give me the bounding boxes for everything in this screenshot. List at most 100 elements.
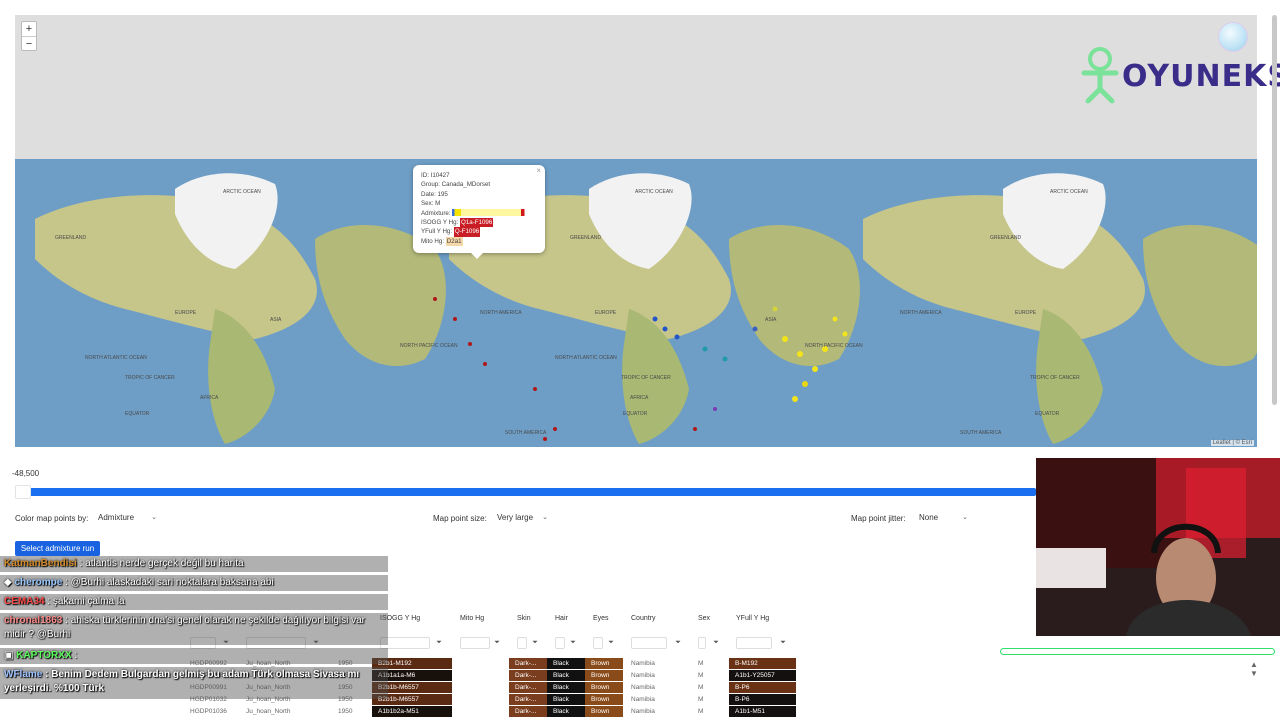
cell-eyes: Brown <box>585 658 623 669</box>
cell-skin: Dark-... <box>509 658 547 669</box>
map-label: ARCTIC OCEAN <box>635 189 673 195</box>
filter-icon[interactable]: ⏷ <box>779 639 787 647</box>
chat-text: : şakami çalma la <box>47 596 125 607</box>
isogg-value: Q1a-F1096 <box>460 218 494 228</box>
chat-username: CEMA34 <box>4 596 45 607</box>
point-size-label: Map point size: <box>433 514 487 523</box>
map-label: NORTH AMERICA <box>480 310 522 316</box>
progress-outline <box>1000 648 1275 655</box>
cell-yfull: B-P6 <box>729 682 796 693</box>
filter-icon[interactable]: ⏷ <box>531 639 539 647</box>
col-header-mito[interactable]: Mito Hg <box>460 615 484 622</box>
col-header-country[interactable]: Country <box>631 615 656 622</box>
popup-mito: Mito Hg: D2a1 <box>421 236 537 247</box>
filter-icon[interactable]: ⏷ <box>674 639 682 647</box>
mito-label: Mito Hg: <box>421 237 445 245</box>
chat-text: : Benim Dedem Bulgardan gelmiş bu adam T… <box>4 669 360 694</box>
popup-sex: Sex: M <box>421 200 441 208</box>
cell-country: Namibia <box>631 696 655 703</box>
chat-text: : <box>74 650 78 661</box>
map-tiles[interactable]: ARCTIC OCEAN GREENLAND ARCTIC OCEAN GREE… <box>15 159 1257 447</box>
cell-yfull: A1b1-M51 <box>729 706 796 717</box>
cell-skin: Dark-... <box>509 682 547 693</box>
cell-hair: Black <box>547 658 585 669</box>
filter-icon[interactable]: ⏷ <box>607 639 615 647</box>
time-slider-track[interactable] <box>15 488 1036 496</box>
popup-admixture: Admixture: <box>421 209 537 218</box>
map-label: NORTH AMERICA <box>900 310 942 316</box>
popup-group: Group: Canada_MDorset <box>421 181 491 189</box>
col-header-sex[interactable]: Sex <box>698 615 710 622</box>
point-size-value: Very large <box>497 513 534 522</box>
cell-country: Namibia <box>631 708 655 715</box>
filter-input[interactable] <box>517 637 527 649</box>
map-label: NORTH ATLANTIC OCEAN <box>85 355 147 361</box>
time-slider-handle[interactable] <box>15 485 31 499</box>
filter-input[interactable] <box>631 637 667 649</box>
filter-icon[interactable]: ⏷ <box>435 639 443 647</box>
jitter-value: None <box>919 513 939 522</box>
map-popup: × ID: I10427 Group: Canada_MDorset Date:… <box>413 165 545 259</box>
filter-input[interactable] <box>736 637 772 649</box>
popup-isogg: ISOGG Y Hg: Q1a-F1096 <box>421 218 537 228</box>
zoom-out-button[interactable]: − <box>22 36 36 50</box>
cell-hair: Black <box>547 706 585 717</box>
filter-icon[interactable]: ⏷ <box>493 639 501 647</box>
col-header-yfull[interactable]: YFull Y Hg <box>736 615 769 622</box>
filter-input[interactable] <box>460 637 490 649</box>
chat-message: ◆ cherompe : @Burhi alaskadaki sari nokt… <box>0 575 388 591</box>
col-header-eyes[interactable]: Eyes <box>593 615 609 622</box>
map-label: EUROPE <box>1015 310 1037 316</box>
zoom-in-button[interactable]: + <box>22 22 36 36</box>
close-icon[interactable]: × <box>536 166 541 175</box>
yfull-label: YFull Y Hg: <box>421 228 453 236</box>
map-label: TROPIC OF CANCER <box>125 375 175 381</box>
point-size-select[interactable]: Very large ⌄ <box>491 510 551 525</box>
zoom-control: + − <box>21 21 37 51</box>
mito-value: D2a1 <box>445 236 463 247</box>
cell-eyes: Brown <box>585 694 623 705</box>
chat-message: KatmanBendisi : atlantis nerde gerçek de… <box>0 556 388 572</box>
filter-input[interactable] <box>698 637 706 649</box>
map-label: EQUATOR <box>623 411 648 417</box>
cell-sex: M <box>698 660 704 667</box>
col-header-skin[interactable]: Skin <box>517 615 531 622</box>
mod-badge-icon: ▣ <box>4 650 14 661</box>
page-scrollbar[interactable] <box>1272 15 1277 405</box>
cell-skin: Dark-... <box>509 670 547 681</box>
cell-skin: Dark-... <box>509 694 547 705</box>
map-label: NORTH PACIFIC OCEAN <box>400 343 458 349</box>
jitter-select[interactable]: None ⌄ <box>913 510 971 525</box>
cell-eyes: Brown <box>585 682 623 693</box>
cell-sex: M <box>698 672 704 679</box>
admixture-bar <box>452 209 528 217</box>
scroll-arrows-icon[interactable]: ▲ ▼ <box>1250 660 1258 678</box>
filter-input[interactable] <box>555 637 565 649</box>
map-label: NORTH ATLANTIC OCEAN <box>555 355 617 361</box>
map-label: NORTH PACIFIC OCEAN <box>805 343 863 349</box>
oyuneks-logo: OYUNEKS <box>1080 45 1280 105</box>
map-label: EQUATOR <box>1035 411 1060 417</box>
col-header-hair[interactable]: Hair <box>555 615 568 622</box>
filter-icon[interactable]: ⏷ <box>569 639 577 647</box>
cell-country: Namibia <box>631 684 655 691</box>
chat-username: KatmanBendisi <box>4 558 77 569</box>
map-label: GREENLAND <box>55 235 87 241</box>
chat-overlay: KatmanBendisi : atlantis nerde gerçek de… <box>0 553 388 720</box>
map-label: ARCTIC OCEAN <box>223 189 261 195</box>
chevron-down-icon: ⌄ <box>962 514 968 521</box>
filter-icon[interactable]: ⏷ <box>712 639 720 647</box>
map-label: SOUTH AMERICA <box>505 430 547 436</box>
filter-input[interactable] <box>593 637 603 649</box>
world-map[interactable]: ARCTIC OCEAN GREENLAND ARCTIC OCEAN GREE… <box>15 15 1257 447</box>
color-by-select[interactable]: Admixture ⌄ <box>92 510 160 525</box>
cell-skin: Dark-... <box>509 706 547 717</box>
chevron-down-icon: ⌄ <box>542 514 548 521</box>
chat-username: cherompe <box>14 577 63 588</box>
popup-date: Date: 195 <box>421 190 448 198</box>
chat-message: WFlame : Benim Dedem Bulgardan gelmiş bu… <box>0 667 388 699</box>
yfull-value: Q-F1096 <box>453 227 481 237</box>
popup-id: ID: I10427 <box>421 172 450 179</box>
cell-hair: Black <box>547 694 585 705</box>
map-attribution[interactable]: Leaflet | © Esri <box>1210 440 1254 446</box>
